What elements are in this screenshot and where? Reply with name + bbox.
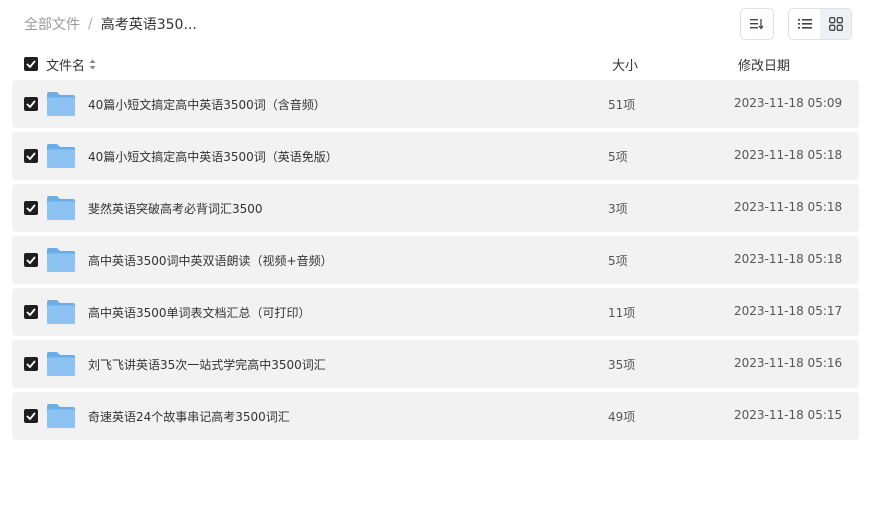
column-header-size[interactable]: 大小 xyxy=(612,55,638,74)
folder-icon xyxy=(47,404,75,428)
select-all-checkbox[interactable] xyxy=(24,57,38,71)
checkmark-icon xyxy=(26,308,36,316)
file-name[interactable]: 40篇小短文搞定高中英语3500词（含音频） xyxy=(88,96,326,113)
file-name[interactable]: 高中英语3500词中英双语朗读（视频+音频） xyxy=(88,252,333,269)
breadcrumb: 全部文件 / 高考英语350... xyxy=(24,14,197,34)
file-list-header: 文件名 大小 修改日期 xyxy=(24,54,860,74)
file-name[interactable]: 高中英语3500单词表文档汇总（可打印） xyxy=(88,304,311,321)
column-header-date[interactable]: 修改日期 xyxy=(738,55,790,74)
file-modified-date: 2023-11-18 05:09 xyxy=(734,96,843,110)
file-name[interactable]: 奇速英语24个故事串记高考3500词汇 xyxy=(88,408,290,425)
file-row[interactable]: 40篇小短文搞定高中英语3500词（含音频） 51项 2023-11-18 05… xyxy=(12,80,859,128)
list-view-icon xyxy=(797,19,812,29)
folder-icon xyxy=(47,144,75,168)
file-size: 11项 xyxy=(608,306,636,320)
checkmark-icon xyxy=(26,100,36,108)
row-checkbox[interactable] xyxy=(24,305,38,319)
file-browser: 全部文件 / 高考英语350... 文件名 大小 修改日期 40篇小短文搞定高中… xyxy=(0,0,874,514)
grid-view-button[interactable] xyxy=(820,9,851,39)
row-checkbox[interactable] xyxy=(24,149,38,163)
file-row[interactable]: 高中英语3500单词表文档汇总（可打印） 11项 2023-11-18 05:1… xyxy=(12,288,859,336)
file-size: 3项 xyxy=(608,202,628,216)
file-modified-date: 2023-11-18 05:15 xyxy=(734,408,843,422)
row-checkbox[interactable] xyxy=(24,201,38,215)
sort-arrows-icon xyxy=(89,59,96,70)
folder-icon xyxy=(47,352,75,376)
file-size: 35项 xyxy=(608,358,636,372)
folder-icon xyxy=(47,92,75,116)
view-mode-toggle xyxy=(788,8,852,40)
row-checkbox[interactable] xyxy=(24,409,38,423)
row-checkbox[interactable] xyxy=(24,97,38,111)
sort-icon xyxy=(750,19,764,30)
checkmark-icon xyxy=(26,204,36,212)
checkmark-icon xyxy=(26,360,36,368)
column-header-name-label: 文件名 xyxy=(46,59,86,74)
file-size: 5项 xyxy=(608,254,628,268)
checkmark-icon xyxy=(26,152,36,160)
sort-button[interactable] xyxy=(740,8,774,40)
row-checkbox[interactable] xyxy=(24,253,38,267)
folder-icon xyxy=(47,248,75,272)
row-checkbox[interactable] xyxy=(24,357,38,371)
file-modified-date: 2023-11-18 05:18 xyxy=(734,252,843,266)
list-view-button[interactable] xyxy=(789,9,820,39)
breadcrumb-current: 高考英语350... xyxy=(100,17,197,33)
file-modified-date: 2023-11-18 05:16 xyxy=(734,356,843,370)
file-modified-date: 2023-11-18 05:18 xyxy=(734,200,843,214)
checkmark-icon xyxy=(26,412,36,420)
file-name[interactable]: 刘飞飞讲英语35次一站式学完高中3500词汇 xyxy=(88,356,326,373)
file-modified-date: 2023-11-18 05:17 xyxy=(734,304,843,318)
breadcrumb-root-link[interactable]: 全部文件 xyxy=(24,14,80,34)
file-list: 40篇小短文搞定高中英语3500词（含音频） 51项 2023-11-18 05… xyxy=(12,80,859,444)
file-name[interactable]: 斐然英语突破高考必背词汇3500 xyxy=(88,200,263,217)
file-modified-date: 2023-11-18 05:18 xyxy=(734,148,843,162)
file-row[interactable]: 高中英语3500词中英双语朗读（视频+音频） 5项 2023-11-18 05:… xyxy=(12,236,859,284)
checkmark-icon xyxy=(26,60,36,68)
file-row[interactable]: 奇速英语24个故事串记高考3500词汇 49项 2023-11-18 05:15 xyxy=(12,392,859,440)
file-row[interactable]: 刘飞飞讲英语35次一站式学完高中3500词汇 35项 2023-11-18 05… xyxy=(12,340,859,388)
breadcrumb-separator: / xyxy=(88,16,93,32)
grid-view-icon xyxy=(828,17,843,31)
file-row[interactable]: 40篇小短文搞定高中英语3500词（英语免版） 5项 2023-11-18 05… xyxy=(12,132,859,180)
column-header-name[interactable]: 文件名 xyxy=(46,55,96,74)
folder-icon xyxy=(47,300,75,324)
file-size: 5项 xyxy=(608,150,628,164)
checkmark-icon xyxy=(26,256,36,264)
file-size: 49项 xyxy=(608,410,636,424)
file-size: 51项 xyxy=(608,98,636,112)
file-row[interactable]: 斐然英语突破高考必背词汇3500 3项 2023-11-18 05:18 xyxy=(12,184,859,232)
file-name[interactable]: 40篇小短文搞定高中英语3500词（英语免版） xyxy=(88,148,338,165)
folder-icon xyxy=(47,196,75,220)
